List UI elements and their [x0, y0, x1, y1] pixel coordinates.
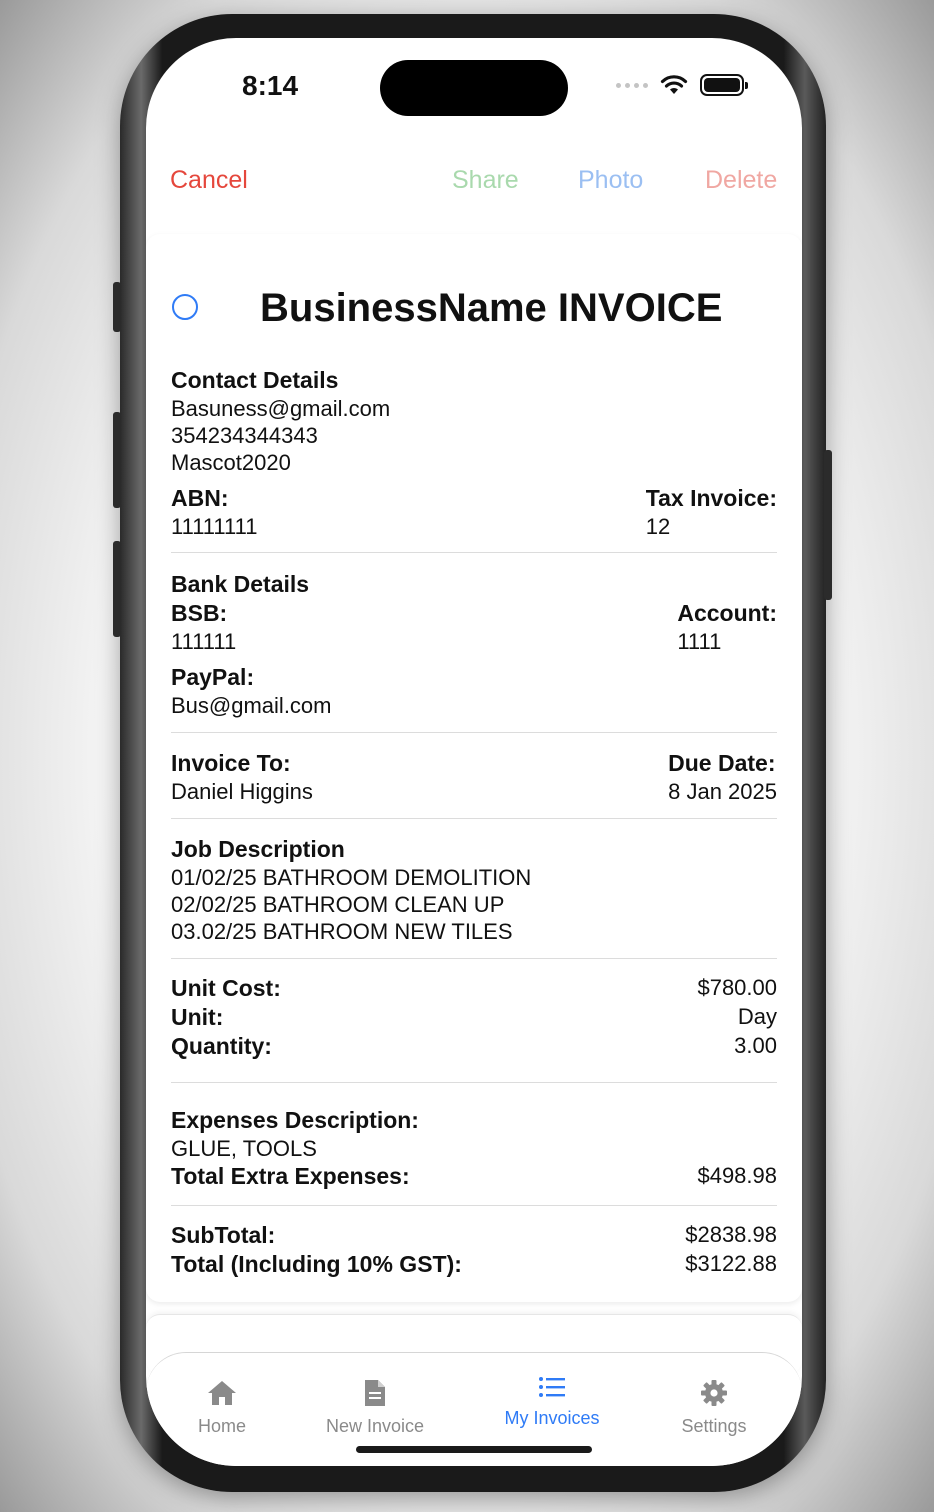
tab-settings-label: Settings: [681, 1416, 747, 1436]
job-line: 01/02/25 BATHROOM DEMOLITION: [171, 865, 532, 890]
volume-down-button: [113, 541, 121, 637]
subtotal-label: SubTotal:: [171, 1222, 276, 1248]
tab-home-label: Home: [197, 1416, 246, 1436]
volume-up-button: [113, 412, 121, 508]
home-indicator[interactable]: [356, 1446, 592, 1453]
contact-email: Basuness@gmail.com: [171, 396, 391, 421]
totals-section: SubTotal: $2838.98 Total (Including 10% …: [171, 1221, 777, 1279]
select-radio-button[interactable]: [172, 294, 198, 320]
tab-my-invoices-label: My Invoices: [504, 1408, 600, 1428]
contact-heading: Contact Details: [171, 367, 339, 393]
contact-phone: 354234344343: [171, 423, 318, 448]
gear-icon: [701, 1380, 727, 1406]
subtotal-value: $2838.98: [685, 1222, 777, 1247]
costs-section: Unit Cost: $780.00 Unit: Day Quantity: 3…: [171, 974, 777, 1061]
job-description-section: Job Description 01/02/25 BATHROOM DEMOLI…: [171, 835, 777, 945]
nav-bar: Cancel Share Photo Delete: [146, 166, 802, 206]
invoice-to-value: Daniel Higgins: [171, 779, 313, 804]
tax-invoice-value: 12: [645, 514, 671, 539]
cellular-signal-icon: [616, 82, 648, 88]
billing-section: Invoice To: Daniel Higgins Due Date: 8 J…: [171, 749, 777, 805]
total-extra-expenses-label: Total Extra Expenses:: [171, 1163, 410, 1189]
total-gst-label: Total (Including 10% GST):: [171, 1251, 462, 1277]
due-date-label: Due Date:: [668, 750, 776, 776]
unit-cost-value: $780.00: [697, 975, 777, 1000]
divider: [171, 1205, 777, 1206]
unit-value: Day: [737, 1004, 777, 1029]
job-heading: Job Description: [171, 836, 345, 862]
status-time: 8:14: [242, 70, 299, 101]
action-button: [113, 282, 121, 332]
unit-label: Unit:: [171, 1004, 224, 1030]
divider: [171, 958, 777, 959]
document-icon: [365, 1380, 385, 1406]
paypal-value: Bus@gmail.com: [171, 693, 332, 718]
tab-home[interactable]: Home: [152, 1379, 292, 1437]
tax-invoice-label: Tax Invoice:: [645, 485, 777, 511]
invoice-to-label: Invoice To:: [171, 750, 291, 776]
status-indicators: [616, 74, 748, 96]
abn-tax-row: ABN: 11111111 Tax Invoice: 12: [171, 484, 777, 540]
contact-line3: Mascot2020: [171, 450, 291, 475]
abn-value: 11111111: [171, 514, 258, 539]
account-value: 1111: [677, 629, 722, 654]
expenses-section: Expenses Description: GLUE, TOOLS Total …: [171, 1106, 777, 1191]
tab-settings[interactable]: Settings: [644, 1379, 784, 1437]
due-date-value: 8 Jan 2025: [668, 779, 777, 804]
job-line: 02/02/25 BATHROOM CLEAN UP: [171, 892, 505, 917]
share-button[interactable]: Share: [452, 166, 519, 195]
expenses-description-label: Expenses Description:: [171, 1107, 419, 1133]
total-extra-expenses-value: $498.98: [697, 1163, 777, 1188]
house-icon: [208, 1381, 236, 1405]
account-label: Account:: [677, 600, 777, 626]
photo-button[interactable]: Photo: [578, 166, 643, 195]
phone-screen: 8:14 Cancel Share Photo Delete BusinessN…: [146, 38, 802, 1466]
contact-details-section: Contact Details Basuness@gmail.com 35423…: [171, 366, 777, 476]
expenses-description-value: GLUE, TOOLS: [171, 1136, 317, 1161]
abn-label: ABN:: [171, 485, 229, 511]
bank-heading: Bank Details: [171, 571, 310, 597]
divider: [171, 552, 777, 553]
divider: [171, 818, 777, 819]
quantity-value: 3.00: [734, 1033, 777, 1058]
job-line: 03.02/25 BATHROOM NEW TILES: [171, 919, 513, 944]
unit-cost-label: Unit Cost:: [171, 975, 281, 1001]
tab-my-invoices[interactable]: My Invoices: [482, 1375, 622, 1429]
bsb-label: BSB:: [171, 600, 228, 626]
delete-button[interactable]: Delete: [705, 166, 777, 195]
bank-details-section: Bank Details BSB: 111111 Account: 1111 P…: [171, 570, 777, 719]
tab-new-invoice-label: New Invoice: [325, 1416, 425, 1436]
invoice-title: BusinessName INVOICE: [260, 286, 723, 330]
paypal-label: PayPal:: [171, 664, 255, 690]
tab-new-invoice[interactable]: New Invoice: [305, 1379, 445, 1437]
divider: [171, 732, 777, 733]
cancel-button[interactable]: Cancel: [170, 166, 248, 195]
divider: [171, 1082, 777, 1083]
list-icon: [539, 1377, 565, 1397]
quantity-label: Quantity:: [171, 1033, 272, 1059]
dynamic-island: [380, 60, 568, 116]
bsb-value: 111111: [171, 629, 237, 654]
total-gst-value: $3122.88: [685, 1251, 777, 1276]
power-button: [824, 450, 832, 600]
wifi-icon: [660, 75, 688, 94]
battery-icon: [700, 74, 748, 96]
